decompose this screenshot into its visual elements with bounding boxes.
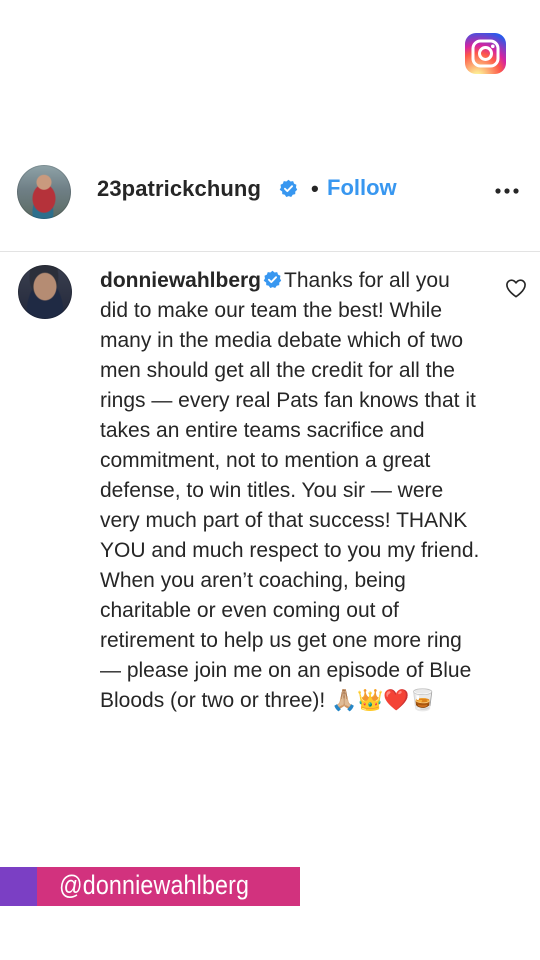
more-options-icon[interactable]: [494, 183, 520, 199]
post-author-username[interactable]: 23patrickchung: [97, 176, 261, 202]
follow-button[interactable]: Follow: [327, 175, 397, 201]
comment-text: Thanks for all you did to make our team …: [100, 269, 480, 712]
verified-badge-icon: [263, 270, 282, 288]
post-header: 23patrickchung • Follow: [0, 160, 540, 220]
avatar[interactable]: [17, 165, 71, 219]
handle-banner: @donniewahlberg: [0, 867, 300, 906]
commenter-avatar[interactable]: [18, 265, 72, 319]
comment-body: donniewahlberg Thanks for all you did to …: [100, 266, 480, 716]
header-divider: [0, 251, 540, 252]
heart-outline-icon[interactable]: [505, 278, 527, 298]
instagram-logo-icon[interactable]: [465, 33, 506, 74]
banner-handle: @donniewahlberg: [59, 870, 250, 900]
verified-badge-icon: [279, 179, 298, 197]
separator-dot: •: [311, 176, 319, 201]
banner-accent: [0, 867, 37, 906]
commenter-username[interactable]: donniewahlberg: [100, 269, 261, 292]
